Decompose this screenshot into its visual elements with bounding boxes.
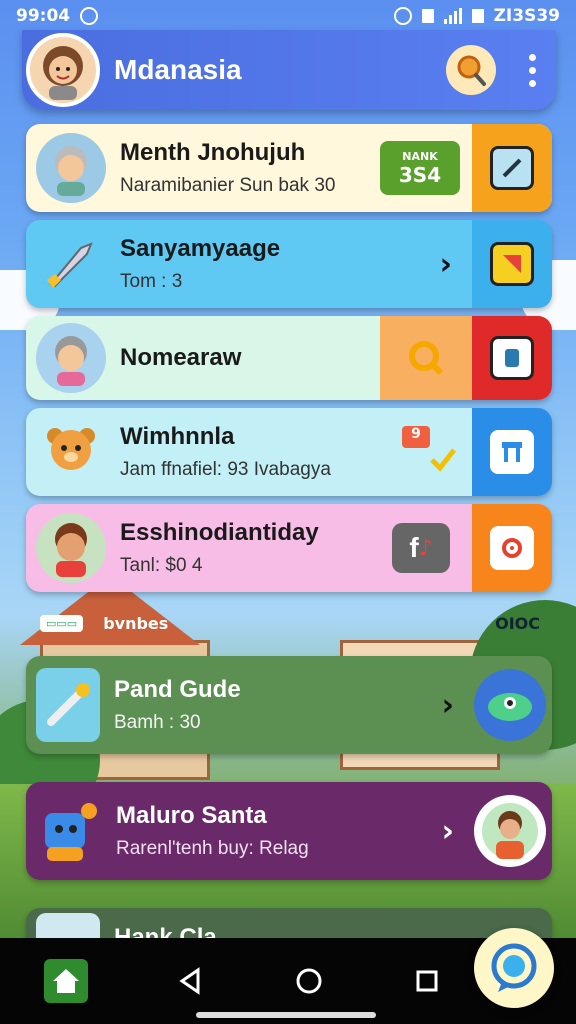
chat-fab-button[interactable] (474, 928, 554, 1008)
check-icon (430, 448, 456, 472)
section-tag-icon: ▭▭▭ (40, 615, 84, 632)
list-card-5[interactable]: Esshinodiantiday Tanl: $0 4 f ♪ (26, 504, 552, 592)
card-title: Maluro Santa (116, 802, 267, 829)
grandma-avatar-icon (36, 133, 106, 203)
gesture-pill (196, 1012, 376, 1018)
tag-icon (490, 242, 534, 286)
record-icon (490, 526, 534, 570)
status-bar: 99:04 ZI3S39 (0, 0, 576, 32)
chat-icon (491, 943, 537, 992)
search-icon (457, 55, 486, 86)
back-icon[interactable] (176, 966, 206, 996)
robot-icon (36, 796, 102, 866)
chevron-right-icon[interactable]: › (440, 247, 452, 282)
vibrate-icon (421, 9, 434, 23)
card-side-action[interactable] (472, 220, 552, 308)
list-card-1[interactable]: Menth Jnohujuh Naramibanier Sun bak 30 N… (26, 124, 552, 212)
app-bar: Mdanasia (22, 30, 556, 110)
alarm-icon (393, 7, 412, 25)
girl-avatar-icon (43, 46, 83, 100)
card-subtitle: Bamh : 30 (114, 712, 201, 733)
tool-icon (36, 668, 100, 742)
rocket-icon (36, 229, 106, 299)
card-title: Nomearaw (120, 344, 242, 371)
list-card-7[interactable]: Maluro Santa Rarenl'tenh buy: Relag › (26, 782, 552, 880)
status-time: 99:04 (16, 6, 71, 26)
search-button[interactable] (446, 45, 496, 95)
search-icon (409, 341, 444, 376)
card-subtitle: Tom : 3 (120, 271, 183, 292)
chevron-right-icon[interactable]: › (442, 814, 454, 849)
app-title: Mdanasia (114, 54, 242, 85)
search-action[interactable] (380, 316, 472, 400)
recents-icon[interactable] (412, 966, 442, 996)
list-card-6[interactable]: Pand Gude Bamh : 30 › (26, 656, 552, 754)
card-subtitle: Tanl: $0 4 (120, 555, 203, 576)
count-badge: 9 (402, 426, 430, 448)
card-title: Esshinodiantiday (120, 519, 319, 546)
card-side-action[interactable] (472, 316, 552, 400)
rank-badge: NANK 3S4 (380, 141, 460, 195)
home-circle-icon[interactable] (294, 966, 324, 996)
battery-icon (471, 9, 484, 23)
status-right-text: ZI3S39 (493, 6, 560, 26)
boy-avatar-icon (36, 513, 106, 583)
card-subtitle: Naramibanier Sun bak 30 (120, 175, 336, 196)
card-title: Pand Gude (114, 676, 241, 703)
bear-avatar-icon (36, 417, 106, 487)
section-separator: ▭▭▭ bvnbes OIOC (40, 614, 540, 633)
card-side-action[interactable] (472, 124, 552, 212)
section-label: bvnbes (103, 614, 169, 633)
cup-icon (490, 336, 534, 380)
card-title: Menth Jnohujuh (120, 139, 306, 166)
home-button[interactable] (44, 959, 88, 1003)
more-menu-button[interactable] (522, 53, 542, 87)
kid-avatar-icon[interactable] (474, 795, 546, 867)
list-card-2[interactable]: Sanyamyaage Tom : 3 › (26, 220, 552, 308)
monster-avatar-icon[interactable] (474, 669, 546, 741)
list-card-3[interactable]: Nomearaw (26, 316, 552, 400)
notification-icon (80, 7, 99, 25)
social-share-icon[interactable]: f ♪ (392, 523, 450, 573)
home-icon (53, 969, 79, 993)
profile-avatar[interactable] (26, 33, 100, 107)
card-side-action[interactable] (472, 408, 552, 496)
grandma-avatar-icon (36, 323, 106, 393)
card-subtitle: Rarenl'tenh buy: Relag (116, 838, 309, 859)
signal-icon (443, 8, 462, 24)
card-side-action[interactable] (472, 504, 552, 592)
edit-icon (490, 146, 534, 190)
table-icon (490, 430, 534, 474)
section-right-label: OIOC (495, 614, 540, 633)
card-title: Sanyamyaage (120, 235, 281, 262)
chevron-right-icon[interactable]: › (442, 688, 454, 723)
list-card-4[interactable]: Wimhnnla Jam ffnafiel: 93 Ivabagya 9 (26, 408, 552, 496)
card-subtitle: Jam ffnafiel: 93 Ivabagya (120, 459, 331, 480)
